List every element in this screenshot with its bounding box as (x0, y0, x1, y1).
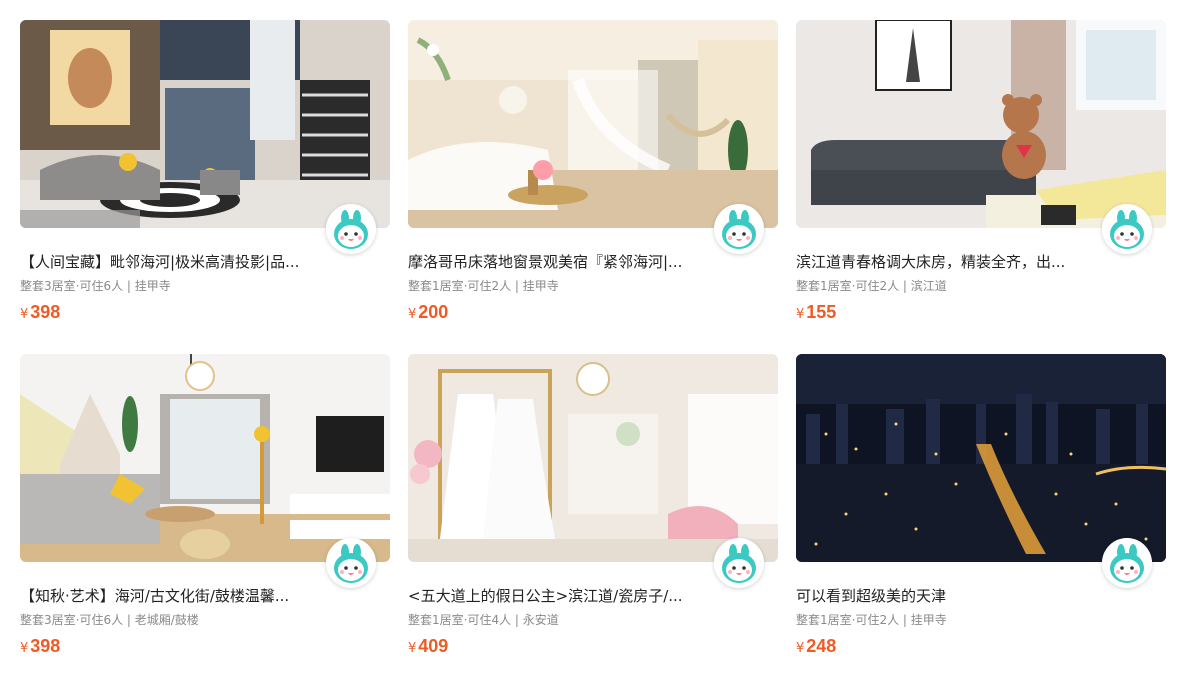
loft-living-room-photo[interactable] (20, 20, 390, 228)
price-value: 248 (806, 636, 837, 656)
currency-symbol: ¥ (20, 641, 29, 656)
listing-title[interactable]: <五大道上的假日公主>滨江道/瓷房子/... (408, 586, 708, 606)
currency-symbol: ¥ (408, 641, 417, 656)
listing-grid: 【人间宝藏】毗邻海河|极米高清投影|品... 整套3居室·可住6人 | 挂甲寺 … (20, 20, 1166, 688)
currency-symbol: ¥ (20, 307, 29, 322)
host-mascot-icon[interactable] (714, 204, 764, 254)
listing-title[interactable]: 摩洛哥吊床落地窗景观美宿『紧邻海河|... (408, 252, 708, 272)
listing-price: ¥248 (796, 636, 836, 657)
listing-meta: 整套3居室·可住6人 | 挂甲寺 (20, 279, 171, 293)
listing-price: ¥409 (408, 636, 448, 657)
price-value: 398 (30, 636, 61, 656)
listing-price: ¥398 (20, 302, 60, 323)
host-mascot-icon[interactable] (1102, 204, 1152, 254)
bright-living-room-photo[interactable] (20, 354, 390, 562)
price-value: 398 (30, 302, 61, 322)
city-night-view-photo[interactable] (796, 354, 1166, 562)
currency-symbol: ¥ (796, 307, 805, 322)
listing-price: ¥200 (408, 302, 448, 323)
listing-meta: 整套1居室·可住2人 | 挂甲寺 (408, 279, 559, 293)
host-mascot-icon[interactable] (326, 538, 376, 588)
listing-title[interactable]: 可以看到超级美的天津 (796, 586, 1096, 606)
listing-price: ¥155 (796, 302, 836, 323)
listing-card[interactable]: 【人间宝藏】毗邻海河|极米高清投影|品... 整套3居室·可住6人 | 挂甲寺 … (20, 20, 390, 354)
listing-meta: 整套1居室·可住2人 | 挂甲寺 (796, 613, 947, 627)
price-value: 409 (418, 636, 449, 656)
listing-meta: 整套1居室·可住4人 | 永安道 (408, 613, 559, 627)
listing-price: ¥398 (20, 636, 60, 657)
listing-card[interactable]: 滨江道青春格调大床房，精装全齐，出... 整套1居室·可住2人 | 滨江道 ¥1… (796, 20, 1166, 354)
listing-title[interactable]: 滨江道青春格调大床房，精装全齐，出... (796, 252, 1096, 272)
listing-card[interactable]: 可以看到超级美的天津 整套1居室·可住2人 | 挂甲寺 ¥248 (796, 354, 1166, 688)
host-mascot-icon[interactable] (326, 204, 376, 254)
listing-card[interactable]: <五大道上的假日公主>滨江道/瓷房子/... 整套1居室·可住4人 | 永安道 … (408, 354, 778, 688)
price-value: 155 (806, 302, 837, 322)
currency-symbol: ¥ (796, 641, 805, 656)
listing-card[interactable]: 摩洛哥吊床落地窗景观美宿『紧邻海河|... 整套1居室·可住2人 | 挂甲寺 ¥… (408, 20, 778, 354)
listing-card[interactable]: 【知秋·艺术】海河/古文化街/鼓楼温馨... 整套3居室·可住6人 | 老城厢/… (20, 354, 390, 688)
price-value: 200 (418, 302, 449, 322)
host-mascot-icon[interactable] (1102, 538, 1152, 588)
wedding-dress-room-photo[interactable] (408, 354, 778, 562)
sofa-teddy-bear-photo[interactable] (796, 20, 1166, 228)
currency-symbol: ¥ (408, 307, 417, 322)
host-mascot-icon[interactable] (714, 538, 764, 588)
listing-title[interactable]: 【知秋·艺术】海河/古文化街/鼓楼温馨... (20, 586, 320, 606)
listing-meta: 整套1居室·可住2人 | 滨江道 (796, 279, 947, 293)
hammock-bedroom-photo[interactable] (408, 20, 778, 228)
listing-meta: 整套3居室·可住6人 | 老城厢/鼓楼 (20, 613, 199, 627)
listing-title[interactable]: 【人间宝藏】毗邻海河|极米高清投影|品... (20, 252, 320, 272)
